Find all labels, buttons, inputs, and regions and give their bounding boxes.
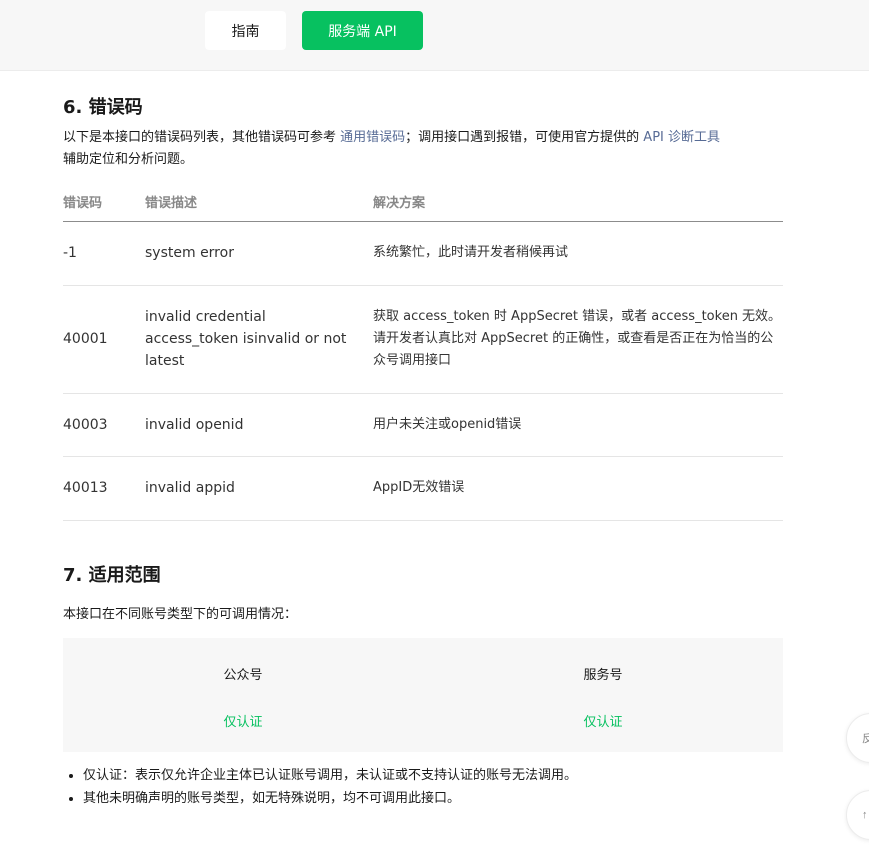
account-scope-panel: 公众号 仅认证 服务号 仅认证 — [63, 638, 783, 752]
error-intro: 以下是本接口的错误码列表，其他错误码可参考 通用错误码；调用接口遇到报错，可使用… — [63, 127, 783, 171]
general-error-codes-link[interactable]: 通用错误码 — [340, 130, 405, 145]
table-header-row: 错误码 错误描述 解决方案 — [63, 182, 783, 222]
feedback-label: 反 — [862, 733, 869, 745]
account-status: 仅认证 — [583, 715, 623, 730]
error-description: invalid appid — [145, 456, 373, 521]
error-solution: 获取 access_token 时 AppSecret 错误，或者 access… — [373, 285, 783, 394]
account-type-label: 公众号 — [223, 668, 263, 683]
list-item: 其他未明确声明的账号类型，如无特殊说明，均不可调用此接口。 — [83, 787, 783, 810]
error-description: invalid openid — [145, 393, 373, 457]
scope-intro: 本接口在不同账号类型下的可调用情况： — [63, 607, 298, 622]
feedback-float-button[interactable]: 反 — [846, 713, 869, 763]
error-description: system error — [145, 221, 373, 286]
column-header-code: 错误码 — [63, 182, 145, 222]
scope-notes-list: 仅认证：表示仅允许企业主体已认证账号调用，未认证或不支持认证的账号无法调用。 其… — [83, 764, 783, 810]
table-row: 40001 invalid credential access_token is… — [63, 285, 783, 394]
tab-server-api[interactable]: 服务端 API — [302, 11, 423, 50]
error-solution: AppID无效错误 — [373, 456, 783, 521]
error-code: -1 — [63, 221, 145, 286]
table-row: -1 system error 系统繁忙，此时请开发者稍候再试 — [63, 221, 783, 286]
table-row: 40003 invalid openid 用户未关注或openid错误 — [63, 393, 783, 457]
error-code: 40003 — [63, 393, 145, 457]
top-nav-bar: 指南 服务端 API — [0, 0, 869, 71]
error-code: 40001 — [63, 285, 145, 394]
intro-text-2: ；调用接口遇到报错，可使用官方提供的 — [405, 130, 644, 145]
error-solution: 系统繁忙，此时请开发者稍候再试 — [373, 221, 783, 286]
error-description: invalid credential access_token isinvali… — [145, 285, 373, 394]
list-item: 仅认证：表示仅允许企业主体已认证账号调用，未认证或不支持认证的账号无法调用。 — [83, 764, 783, 787]
back-to-top-float-button[interactable]: ↑ — [846, 790, 869, 840]
intro-text-1: 以下是本接口的错误码列表，其他错误码可参考 — [63, 130, 341, 145]
api-diagnostic-tool-link[interactable]: API 诊断工具 — [643, 130, 720, 145]
column-header-solution: 解决方案 — [373, 182, 783, 222]
account-type-label: 服务号 — [583, 668, 623, 683]
account-status: 仅认证 — [223, 715, 263, 730]
error-solution: 用户未关注或openid错误 — [373, 393, 783, 457]
column-header-description: 错误描述 — [145, 182, 373, 222]
section-title-error-codes: 6. 错误码 — [63, 97, 143, 118]
intro-text-3: 辅助定位和分析问题。 — [63, 152, 194, 167]
arrow-up-icon: ↑ — [862, 809, 868, 821]
error-code-table: 错误码 错误描述 解决方案 -1 system error 系统繁忙，此时请开发… — [63, 182, 783, 521]
table-row: 40013 invalid appid AppID无效错误 — [63, 456, 783, 521]
error-code: 40013 — [63, 456, 145, 521]
tab-guide[interactable]: 指南 — [205, 11, 286, 50]
section-title-scope: 7. 适用范围 — [63, 565, 161, 586]
